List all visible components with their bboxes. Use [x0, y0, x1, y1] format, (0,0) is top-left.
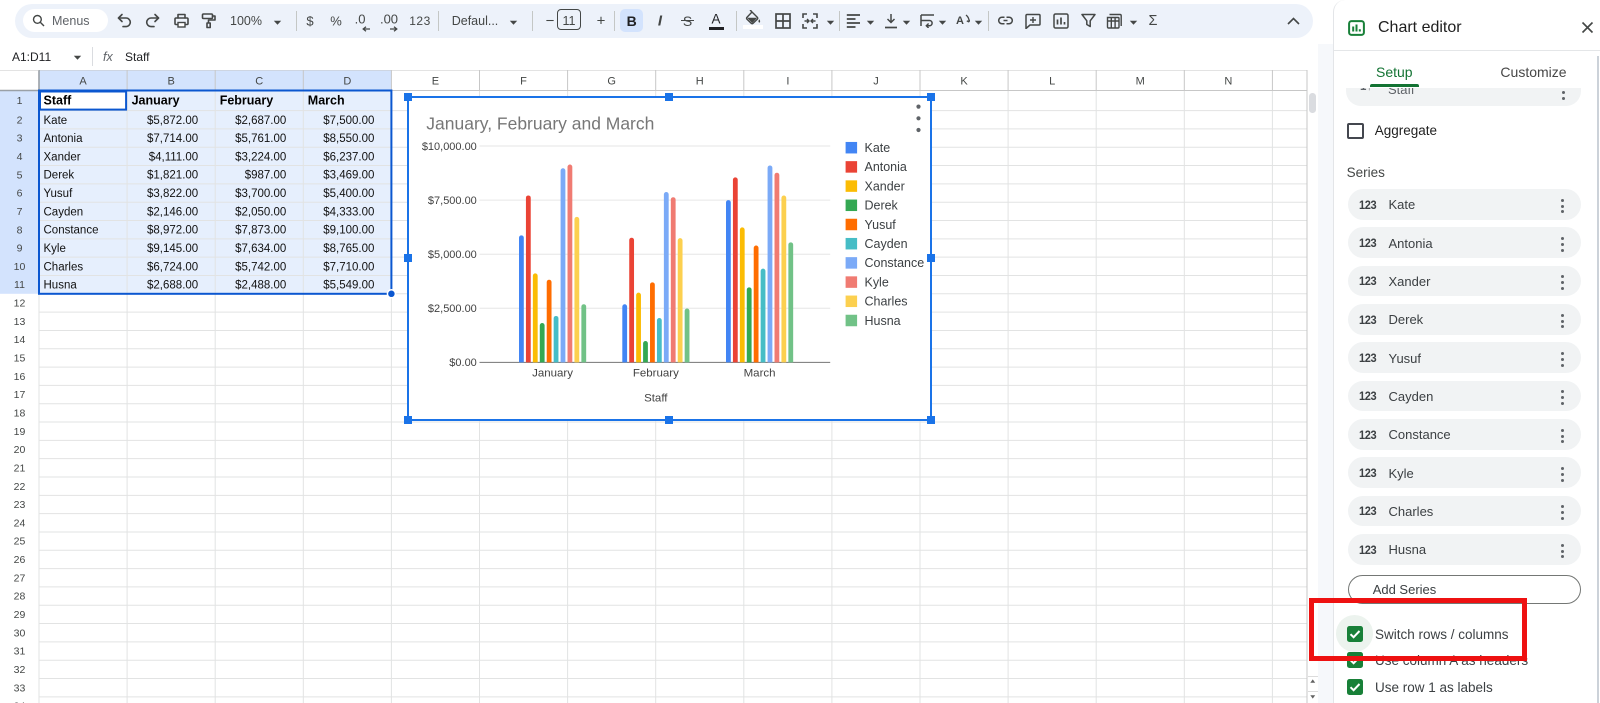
svg-text:$7,873.00: $7,873.00: [235, 225, 286, 237]
svg-text:$8,550.00: $8,550.00: [323, 133, 374, 145]
svg-text:23: 23: [14, 499, 26, 511]
svg-text:26: 26: [14, 554, 26, 566]
svg-text:9: 9: [17, 243, 23, 255]
svg-text:$5,742.00: $5,742.00: [235, 261, 286, 273]
svg-text:Constance: Constance: [44, 225, 99, 237]
svg-text:A: A: [956, 15, 964, 27]
svg-text:21: 21: [14, 462, 26, 474]
svg-text:30: 30: [14, 627, 26, 639]
svg-text:January: January: [132, 94, 180, 108]
svg-text:$987.00: $987.00: [245, 170, 287, 182]
svg-text:Cayden: Cayden: [44, 206, 84, 218]
svg-text:2: 2: [17, 114, 23, 126]
svg-text:February: February: [220, 94, 274, 108]
svg-text:Kyle: Kyle: [44, 243, 66, 255]
svg-text:A: A: [79, 76, 87, 88]
svg-text:$2,146.00: $2,146.00: [147, 206, 198, 218]
svg-text:15: 15: [14, 353, 26, 365]
svg-text:$9,100.00: $9,100.00: [323, 225, 374, 237]
svg-text:$2,688.00: $2,688.00: [147, 280, 198, 292]
svg-text:B: B: [167, 76, 174, 88]
svg-text:G: G: [607, 76, 616, 88]
svg-text:$2,488.00: $2,488.00: [235, 280, 286, 292]
svg-text:1: 1: [17, 95, 23, 107]
svg-text:33: 33: [14, 682, 26, 694]
svg-text:11: 11: [14, 279, 25, 291]
svg-text:Antonia: Antonia: [44, 133, 84, 145]
svg-text:28: 28: [14, 591, 26, 603]
svg-text:$7,500.00: $7,500.00: [323, 115, 374, 127]
svg-text:5: 5: [17, 169, 23, 181]
svg-text:March: March: [308, 94, 345, 108]
svg-text:N: N: [1224, 76, 1232, 88]
svg-text:$7,710.00: $7,710.00: [323, 261, 374, 273]
svg-text:13: 13: [14, 316, 26, 328]
svg-text:$4,333.00: $4,333.00: [323, 206, 374, 218]
svg-text:22: 22: [14, 481, 26, 493]
svg-text:J: J: [873, 76, 879, 88]
svg-text:$2,050.00: $2,050.00: [235, 206, 286, 218]
svg-text:K: K: [960, 76, 968, 88]
svg-text:$4,111.00: $4,111.00: [149, 151, 198, 163]
svg-text:$5,400.00: $5,400.00: [323, 188, 374, 200]
svg-text:3: 3: [17, 133, 23, 145]
svg-text:$2,687.00: $2,687.00: [235, 115, 286, 127]
svg-text:4: 4: [17, 151, 23, 163]
svg-text:31: 31: [14, 646, 26, 658]
svg-text:L: L: [1049, 76, 1055, 88]
svg-text:Xander: Xander: [44, 151, 81, 163]
svg-text:$5,761.00: $5,761.00: [235, 133, 286, 145]
svg-text:M: M: [1136, 76, 1145, 88]
svg-text:Derek: Derek: [44, 170, 75, 182]
svg-text:$9,145.00: $9,145.00: [147, 243, 198, 255]
svg-text:27: 27: [14, 572, 26, 584]
svg-text:$3,469.00: $3,469.00: [323, 170, 374, 182]
svg-text:25: 25: [14, 536, 26, 548]
svg-text:$1,821.00: $1,821.00: [147, 170, 198, 182]
svg-text:7: 7: [17, 206, 23, 218]
svg-text:16: 16: [14, 371, 26, 383]
svg-text:Staff: Staff: [44, 94, 73, 108]
svg-text:$7,634.00: $7,634.00: [235, 243, 286, 255]
svg-text:14: 14: [14, 334, 26, 346]
svg-text:Charles: Charles: [44, 261, 84, 273]
svg-text:Yusuf: Yusuf: [44, 188, 74, 200]
svg-text:24: 24: [14, 517, 26, 529]
svg-text:$5,872.00: $5,872.00: [147, 115, 198, 127]
svg-text:Husna: Husna: [44, 280, 78, 292]
svg-text:$3,822.00: $3,822.00: [147, 188, 198, 200]
svg-text:$6,237.00: $6,237.00: [323, 151, 374, 163]
svg-text:32: 32: [14, 664, 26, 676]
svg-text:I: I: [786, 76, 789, 88]
svg-text:8: 8: [17, 224, 23, 236]
svg-text:E: E: [432, 76, 439, 88]
svg-text:$7,714.00: $7,714.00: [147, 133, 198, 145]
svg-text:19: 19: [14, 426, 26, 438]
svg-text:$6,724.00: $6,724.00: [147, 261, 198, 273]
svg-text:18: 18: [14, 407, 26, 419]
svg-text:12: 12: [14, 298, 26, 310]
svg-text:C: C: [255, 76, 263, 88]
svg-text:6: 6: [17, 188, 23, 200]
svg-text:$8,765.00: $8,765.00: [323, 243, 374, 255]
svg-text:$3,224.00: $3,224.00: [235, 151, 286, 163]
svg-text:20: 20: [14, 444, 26, 456]
svg-text:$3,700.00: $3,700.00: [235, 188, 286, 200]
svg-text:$8,972.00: $8,972.00: [147, 225, 198, 237]
svg-text:H: H: [696, 76, 704, 88]
svg-text:F: F: [520, 76, 527, 88]
svg-text:29: 29: [14, 609, 26, 621]
svg-text:Kate: Kate: [44, 115, 68, 127]
svg-text:17: 17: [14, 389, 26, 401]
svg-text:D: D: [343, 76, 351, 88]
svg-text:$5,549.00: $5,549.00: [323, 280, 374, 292]
svg-text:10: 10: [14, 261, 26, 273]
